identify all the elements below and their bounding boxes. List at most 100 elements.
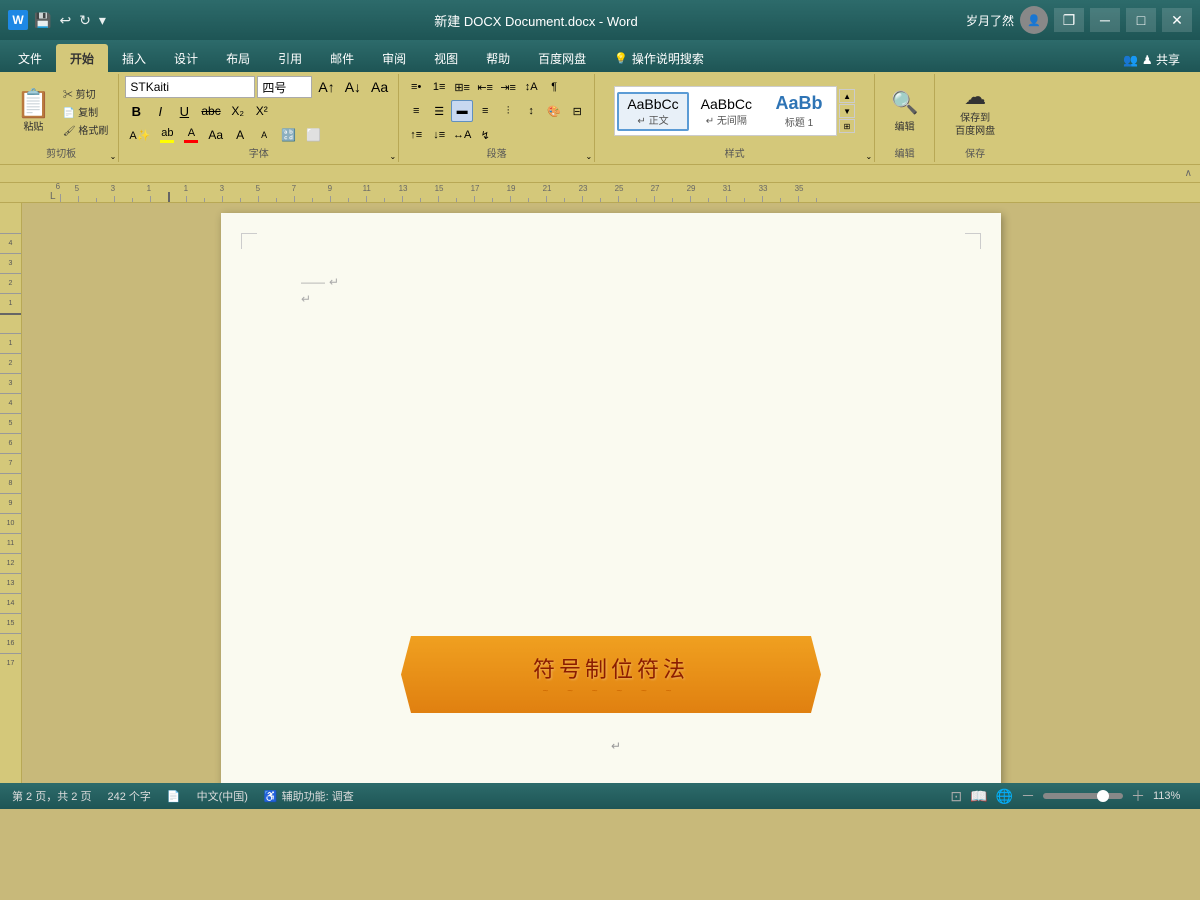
multi-level-list-button[interactable]: ⊞≡ [451, 76, 473, 98]
shading-button[interactable]: 🎨 [543, 100, 565, 122]
subscript-button[interactable]: X₂ [227, 100, 249, 122]
tab-mailings[interactable]: 邮件 [316, 44, 368, 72]
quick-access-customize-button[interactable]: ▾ [99, 12, 106, 29]
font-grow-button[interactable]: A↑ [314, 76, 338, 98]
document-content[interactable]: —— ↵ ↵ 符号制位符法 ~ ~ ~ ~ ~ ~ ↵ [301, 273, 921, 773]
tab-file[interactable]: 文件 [4, 44, 56, 72]
italic-button[interactable]: I [149, 100, 171, 122]
font-shrink-button[interactable]: A↓ [341, 76, 365, 98]
page-info[interactable]: 第 2 页，共 2 页 [12, 788, 91, 804]
word-count[interactable]: 242 个字 [107, 788, 150, 804]
font-aa2-button[interactable]: A [253, 124, 275, 146]
cut-button[interactable]: ✂ 剪切 [59, 85, 112, 102]
print-layout-button[interactable]: ⊡ [950, 788, 962, 805]
redo-button[interactable]: ↻ [79, 12, 91, 29]
bold-button[interactable]: B [125, 100, 147, 122]
style-normal[interactable]: AaBbCc ↵ 正文 [617, 92, 688, 131]
paste-button[interactable]: 📋 粘贴 [10, 88, 57, 135]
read-mode-button[interactable]: 📖 [970, 788, 987, 805]
decrease-spacing-button[interactable]: ↑≡ [405, 124, 427, 146]
style-heading1[interactable]: AaBb 标题 1 [764, 89, 834, 133]
ruler-mark-neg1: 1 [150, 196, 168, 202]
format-painter-button[interactable]: 🖌 格式刷 [59, 121, 112, 138]
save-to-cloud-button[interactable]: ☁ 保存到百度网盘 [947, 80, 1003, 142]
ribbon-collapse-button[interactable]: ∧ [1185, 168, 1192, 179]
ruler-mark-23: 23 [582, 196, 600, 202]
styles-expand-arrow[interactable]: ⌄ [865, 152, 872, 161]
undo-button[interactable]: ↩ [59, 12, 71, 29]
font-color-button[interactable]: A [180, 124, 202, 146]
window-minimize-button[interactable]: ─ [1090, 8, 1120, 32]
accessibility[interactable]: ♿ 辅助功能: 调查 [264, 788, 354, 804]
window-maximize-button[interactable]: □ [1126, 8, 1156, 32]
style-no-spacing[interactable]: AaBbCc ↵ 无间隔 [691, 92, 762, 131]
font-name-input[interactable] [125, 76, 255, 98]
vruler-p2: 2 [0, 353, 21, 373]
line-spacing-button[interactable]: ↕ [520, 100, 542, 122]
decrease-indent-button[interactable]: ⇤≡ [474, 76, 496, 98]
show-marks-button[interactable]: ¶ [543, 76, 565, 98]
tab-review[interactable]: 审阅 [368, 44, 420, 72]
char-shading-button[interactable]: 🔡 [277, 124, 300, 146]
user-area: 岁月了然 👤 ❐ ─ □ ✕ [966, 6, 1192, 34]
tab-view[interactable]: 视图 [420, 44, 472, 72]
char-spacing-button[interactable]: ↔A [451, 124, 473, 146]
save-group-label: 保存 [935, 145, 1015, 160]
text-effect-button[interactable]: A✨ [125, 124, 154, 146]
text-highlight-button[interactable]: ab [156, 124, 178, 146]
document-icon[interactable]: 📄 [167, 790, 181, 803]
quick-save-button[interactable]: 💾 [34, 12, 51, 29]
align-center-button[interactable]: ☰ [428, 100, 450, 122]
font-expand-button[interactable]: ⌄ [389, 152, 396, 161]
paragraph-expand-button[interactable]: ⌄ [585, 152, 592, 161]
increase-indent-button[interactable]: ⇥≡ [497, 76, 519, 98]
zoom-in-button[interactable]: ＋ [1131, 786, 1145, 806]
zoom-slider[interactable] [1043, 793, 1123, 799]
char-border-button[interactable]: ⬜ [302, 124, 325, 146]
strikethrough-button[interactable]: abc [197, 100, 224, 122]
styles-scroll-down-button[interactable]: ▼ [839, 104, 855, 118]
font-size-input[interactable] [257, 76, 312, 98]
clipboard-expand-button[interactable]: ⌄ [110, 152, 117, 161]
superscript-button[interactable]: X² [251, 100, 273, 122]
underline-button[interactable]: U [173, 100, 195, 122]
text-direction-button[interactable]: ↯ [474, 124, 496, 146]
border-button[interactable]: ⊟ [566, 100, 588, 122]
clear-format-button[interactable]: Aa [367, 76, 392, 98]
bullets-button[interactable]: ≡• [405, 76, 427, 98]
ruler-mark-4 [240, 198, 258, 202]
styles-scroll-up-button[interactable]: ▲ [839, 89, 855, 103]
share-button[interactable]: 👥 ♟ 共享 [1107, 47, 1196, 72]
title-left: W 💾 ↩ ↻ ▾ [8, 10, 106, 30]
language[interactable]: 中文(中国) [197, 788, 248, 804]
copy-button[interactable]: 📄 复制 [59, 103, 112, 120]
align-left-button[interactable]: ≡ [405, 100, 427, 122]
styles-expand-button[interactable]: ⊞ [839, 119, 855, 133]
column-button[interactable]: ⫶ [497, 100, 519, 122]
tab-help[interactable]: 帮助 [472, 44, 524, 72]
ruler-mark-21: 21 [546, 196, 564, 202]
align-right-button[interactable]: ≡ [474, 100, 496, 122]
tab-layout[interactable]: 布局 [212, 44, 264, 72]
align-justify-button[interactable]: ▬ [451, 100, 473, 122]
tab-insert[interactable]: 插入 [108, 44, 160, 72]
font-size-label-button[interactable]: Aa [204, 124, 227, 146]
find-button[interactable]: 🔍 编辑 [883, 88, 926, 135]
document-area[interactable]: —— ↵ ↵ 符号制位符法 ~ ~ ~ ~ ~ ~ ↵ [22, 203, 1200, 783]
web-layout-button[interactable]: 🌐 [996, 788, 1013, 805]
tab-references[interactable]: 引用 [264, 44, 316, 72]
tab-baiduyun[interactable]: 百度网盘 [524, 44, 600, 72]
numbering-button[interactable]: 1≡ [428, 76, 450, 98]
window-close-button[interactable]: ✕ [1162, 8, 1192, 32]
user-avatar[interactable]: 👤 [1020, 6, 1048, 34]
document-page[interactable]: —— ↵ ↵ 符号制位符法 ~ ~ ~ ~ ~ ~ ↵ [221, 213, 1001, 783]
zoom-out-button[interactable]: － [1021, 786, 1035, 806]
sort-button[interactable]: ↕A [520, 76, 542, 98]
tab-search[interactable]: 💡操作说明搜索 [600, 44, 718, 72]
increase-spacing-button[interactable]: ↓≡ [428, 124, 450, 146]
tab-home[interactable]: 开始 [56, 44, 108, 72]
tab-design[interactable]: 设计 [160, 44, 212, 72]
font-aa-button[interactable]: A [229, 124, 251, 146]
styles-group: AaBbCc ↵ 正文 AaBbCc ↵ 无间隔 AaBb 标题 1 ▲ ▼ [595, 74, 875, 162]
window-restore-button[interactable]: ❐ [1054, 8, 1084, 32]
